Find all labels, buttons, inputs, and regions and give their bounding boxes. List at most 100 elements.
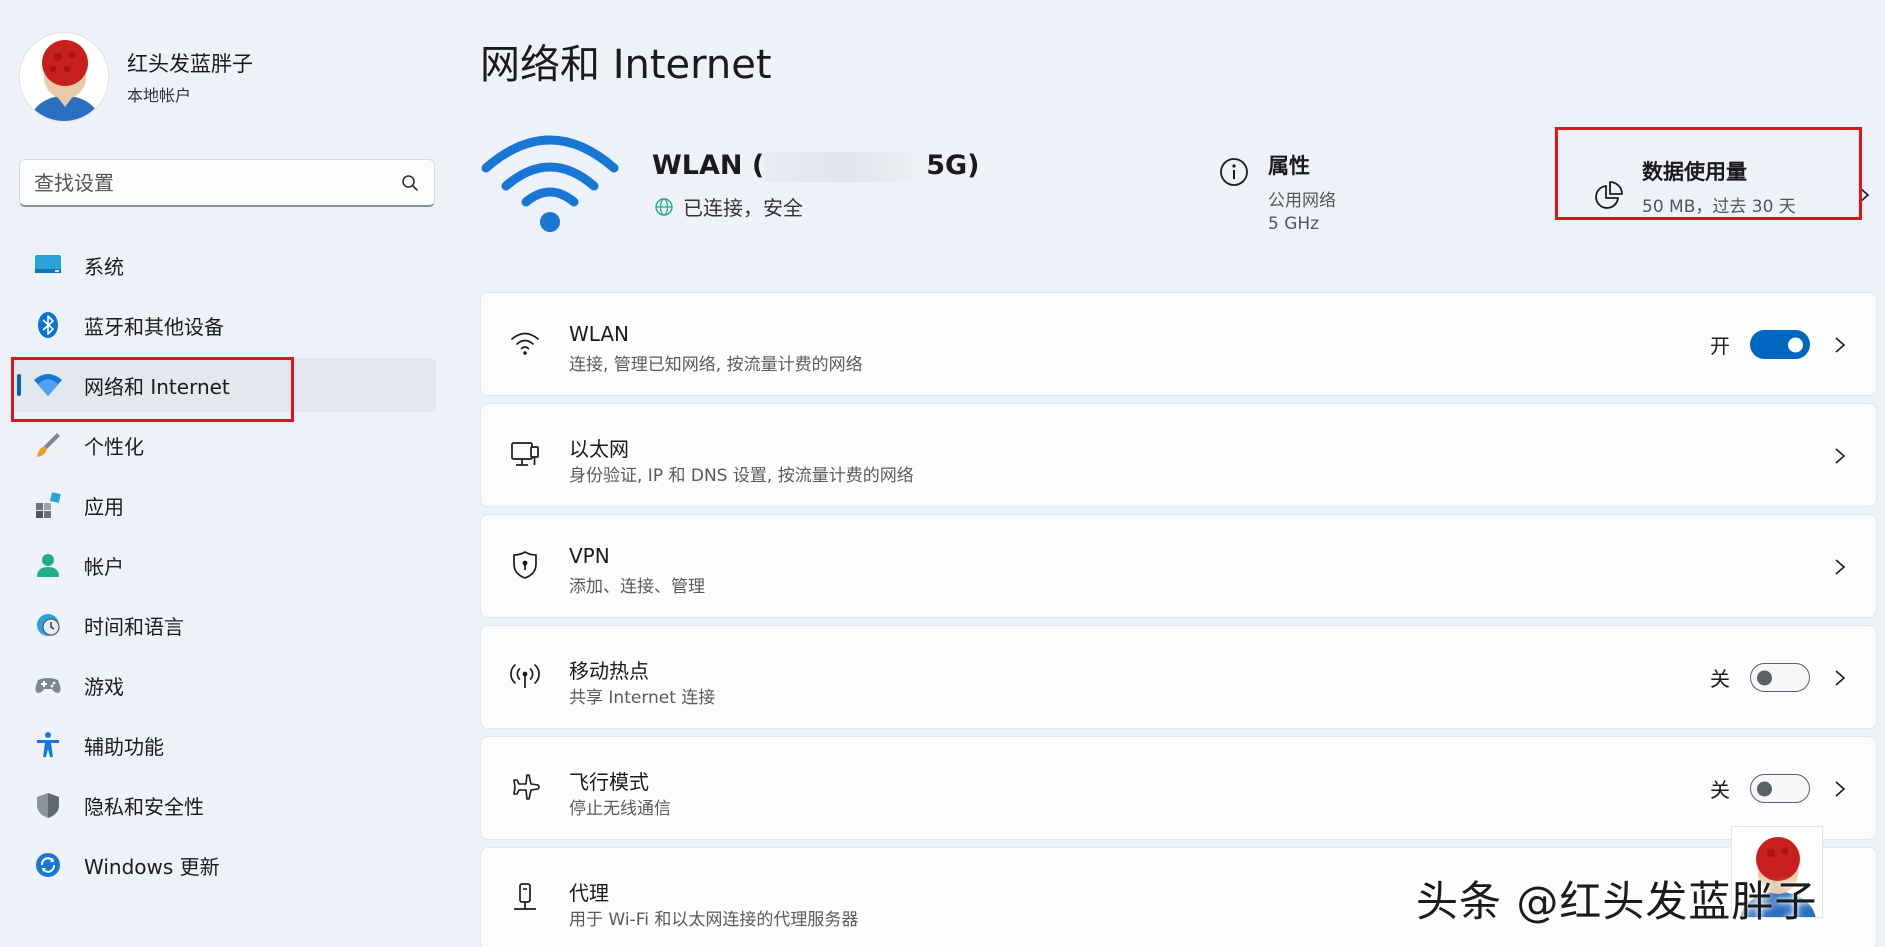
sidebar-item-accessibility[interactable]: 辅助功能 <box>12 718 436 772</box>
watermark-text: 头条 @红头发蓝胖子 <box>1416 877 1818 926</box>
ethernet-icon <box>511 442 539 466</box>
wifi-icon <box>32 369 64 401</box>
sidebar-item-label: 蓝牙和其他设备 <box>84 314 224 339</box>
network-type: 公用网络 <box>1268 191 1336 211</box>
network-band: 5 GHz <box>1268 214 1320 234</box>
page-title: 网络和 Internet <box>480 42 772 88</box>
data-usage-summary: 50 MB，过去 30 天 <box>1642 197 1796 217</box>
chevron-right-icon <box>1835 559 1846 575</box>
sidebar-item-personalization[interactable]: 个性化 <box>12 418 436 472</box>
vpn-shield-icon <box>513 551 537 579</box>
setting-row-ethernet[interactable]: 以太网 身份验证, IP 和 DNS 设置, 按流量计费的网络 <box>480 403 1877 507</box>
sidebar-nav: 系统 蓝牙和其他设备 网络和 Internet 个性化 应用 帐户 时间和语言 … <box>12 238 436 898</box>
setting-subtitle: 连接, 管理已知网络, 按流量计费的网络 <box>569 355 863 375</box>
setting-subtitle: 添加、连接、管理 <box>569 577 705 597</box>
sidebar-item-label: 辅助功能 <box>84 734 164 759</box>
connection-name: WLAN ( 5G) <box>652 150 980 182</box>
setting-subtitle: 用于 Wi-Fi 和以太网连接的代理服务器 <box>569 910 859 930</box>
accessibility-icon <box>32 729 64 761</box>
avatar <box>19 32 109 122</box>
gamepad-icon <box>32 669 64 701</box>
info-icon <box>1220 158 1248 186</box>
chevron-right-icon <box>1859 187 1870 203</box>
monitor-icon <box>32 249 64 281</box>
clock-globe-icon <box>32 609 64 641</box>
sidebar-item-privacy[interactable]: 隐私和安全性 <box>12 778 436 832</box>
sidebar: 红头发蓝胖子 本地帐户 系统 蓝牙和其他设备 网络和 Interne <box>0 0 460 947</box>
connection-name-suffix: 5G) <box>926 150 980 181</box>
bluetooth-icon <box>32 309 64 341</box>
wlan-toggle[interactable] <box>1750 330 1810 359</box>
sidebar-item-label: 应用 <box>84 494 124 519</box>
chevron-right-icon <box>1835 781 1846 797</box>
sidebar-item-label: 时间和语言 <box>84 614 184 639</box>
setting-row-vpn[interactable]: VPN 添加、连接、管理 <box>480 514 1877 618</box>
setting-row-mobile-hotspot[interactable]: 移动热点 共享 Internet 连接 关 <box>480 625 1877 729</box>
sidebar-item-time-language[interactable]: 时间和语言 <box>12 598 436 652</box>
properties-button[interactable]: 属性 公用网络 5 GHz <box>1218 150 1336 234</box>
hotspot-icon <box>510 664 540 688</box>
brush-icon <box>32 429 64 461</box>
sidebar-item-windows-update[interactable]: Windows 更新 <box>12 838 436 892</box>
globe-icon <box>655 197 673 216</box>
setting-title: VPN <box>569 544 610 568</box>
setting-title: 以太网 <box>569 437 629 461</box>
setting-title: 移动热点 <box>569 659 649 683</box>
chevron-right-icon <box>1835 670 1846 686</box>
sidebar-item-label: 隐私和安全性 <box>84 794 204 819</box>
search-box[interactable] <box>19 159 435 207</box>
airplane-icon <box>513 774 540 800</box>
search-icon[interactable] <box>400 173 420 193</box>
pie-chart-icon <box>1595 181 1623 209</box>
sidebar-item-bluetooth[interactable]: 蓝牙和其他设备 <box>12 298 436 352</box>
toggle-state-label: 关 <box>1710 667 1730 691</box>
apps-icon <box>32 489 64 521</box>
person-icon <box>32 549 64 581</box>
setting-title: 代理 <box>569 881 609 905</box>
sidebar-item-label: 网络和 Internet <box>84 374 230 399</box>
connection-status: 已连接，安全 <box>654 192 803 221</box>
profile-name: 红头发蓝胖子 <box>127 52 253 76</box>
sidebar-item-label: 个性化 <box>84 434 144 459</box>
search-input[interactable] <box>34 170 400 195</box>
profile-account-type: 本地帐户 <box>127 86 192 105</box>
connection-status-text: 已连接，安全 <box>683 196 803 220</box>
toggle-state-label: 关 <box>1710 778 1730 802</box>
user-profile[interactable]: 红头发蓝胖子 本地帐户 <box>19 32 253 122</box>
setting-subtitle: 身份验证, IP 和 DNS 设置, 按流量计费的网络 <box>569 466 914 486</box>
setting-title: 飞行模式 <box>569 770 649 794</box>
data-usage-title: 数据使用量 <box>1642 160 1747 184</box>
network-settings-list: WLAN 连接, 管理已知网络, 按流量计费的网络 开 以太网 身份验证, IP… <box>480 292 1877 947</box>
update-icon <box>32 849 64 881</box>
wifi-large-icon <box>481 135 619 232</box>
hotspot-toggle-group: 关 <box>1710 663 1810 692</box>
chevron-right-icon <box>1835 337 1846 353</box>
sidebar-item-label: 游戏 <box>84 674 124 699</box>
shield-icon <box>32 789 64 821</box>
connection-name-prefix: WLAN ( <box>652 150 765 181</box>
sidebar-item-network[interactable]: 网络和 Internet <box>12 358 436 412</box>
sidebar-item-gaming[interactable]: 游戏 <box>12 658 436 712</box>
toggle-state-label: 开 <box>1710 334 1730 358</box>
sidebar-item-label: 帐户 <box>84 554 124 579</box>
data-usage-button[interactable]: 数据使用量 50 MB，过去 30 天 <box>1592 148 1870 238</box>
sidebar-item-accounts[interactable]: 帐户 <box>12 538 436 592</box>
sidebar-item-apps[interactable]: 应用 <box>12 478 436 532</box>
setting-row-wlan[interactable]: WLAN 连接, 管理已知网络, 按流量计费的网络 开 <box>480 292 1877 396</box>
setting-title: WLAN <box>569 322 630 346</box>
properties-title: 属性 <box>1268 154 1310 178</box>
wlan-toggle-group: 开 <box>1710 330 1810 359</box>
airplane-toggle[interactable] <box>1750 774 1810 803</box>
sidebar-item-system[interactable]: 系统 <box>12 238 436 292</box>
setting-row-airplane-mode[interactable]: 飞行模式 停止无线通信 关 <box>480 736 1877 840</box>
hotspot-toggle[interactable] <box>1750 663 1810 692</box>
redacted-ssid <box>764 151 927 182</box>
chevron-right-icon <box>1835 448 1846 464</box>
sidebar-item-label: 系统 <box>84 254 124 279</box>
proxy-icon <box>514 883 536 910</box>
setting-subtitle: 共享 Internet 连接 <box>569 688 716 708</box>
sidebar-item-label: Windows 更新 <box>84 854 220 879</box>
airplane-toggle-group: 关 <box>1710 774 1810 803</box>
connection-status-area: WLAN ( 5G) 已连接，安全 属性 公用网络 5 GHz 数据使用量 50 … <box>480 120 1885 240</box>
wifi-icon <box>511 332 539 355</box>
